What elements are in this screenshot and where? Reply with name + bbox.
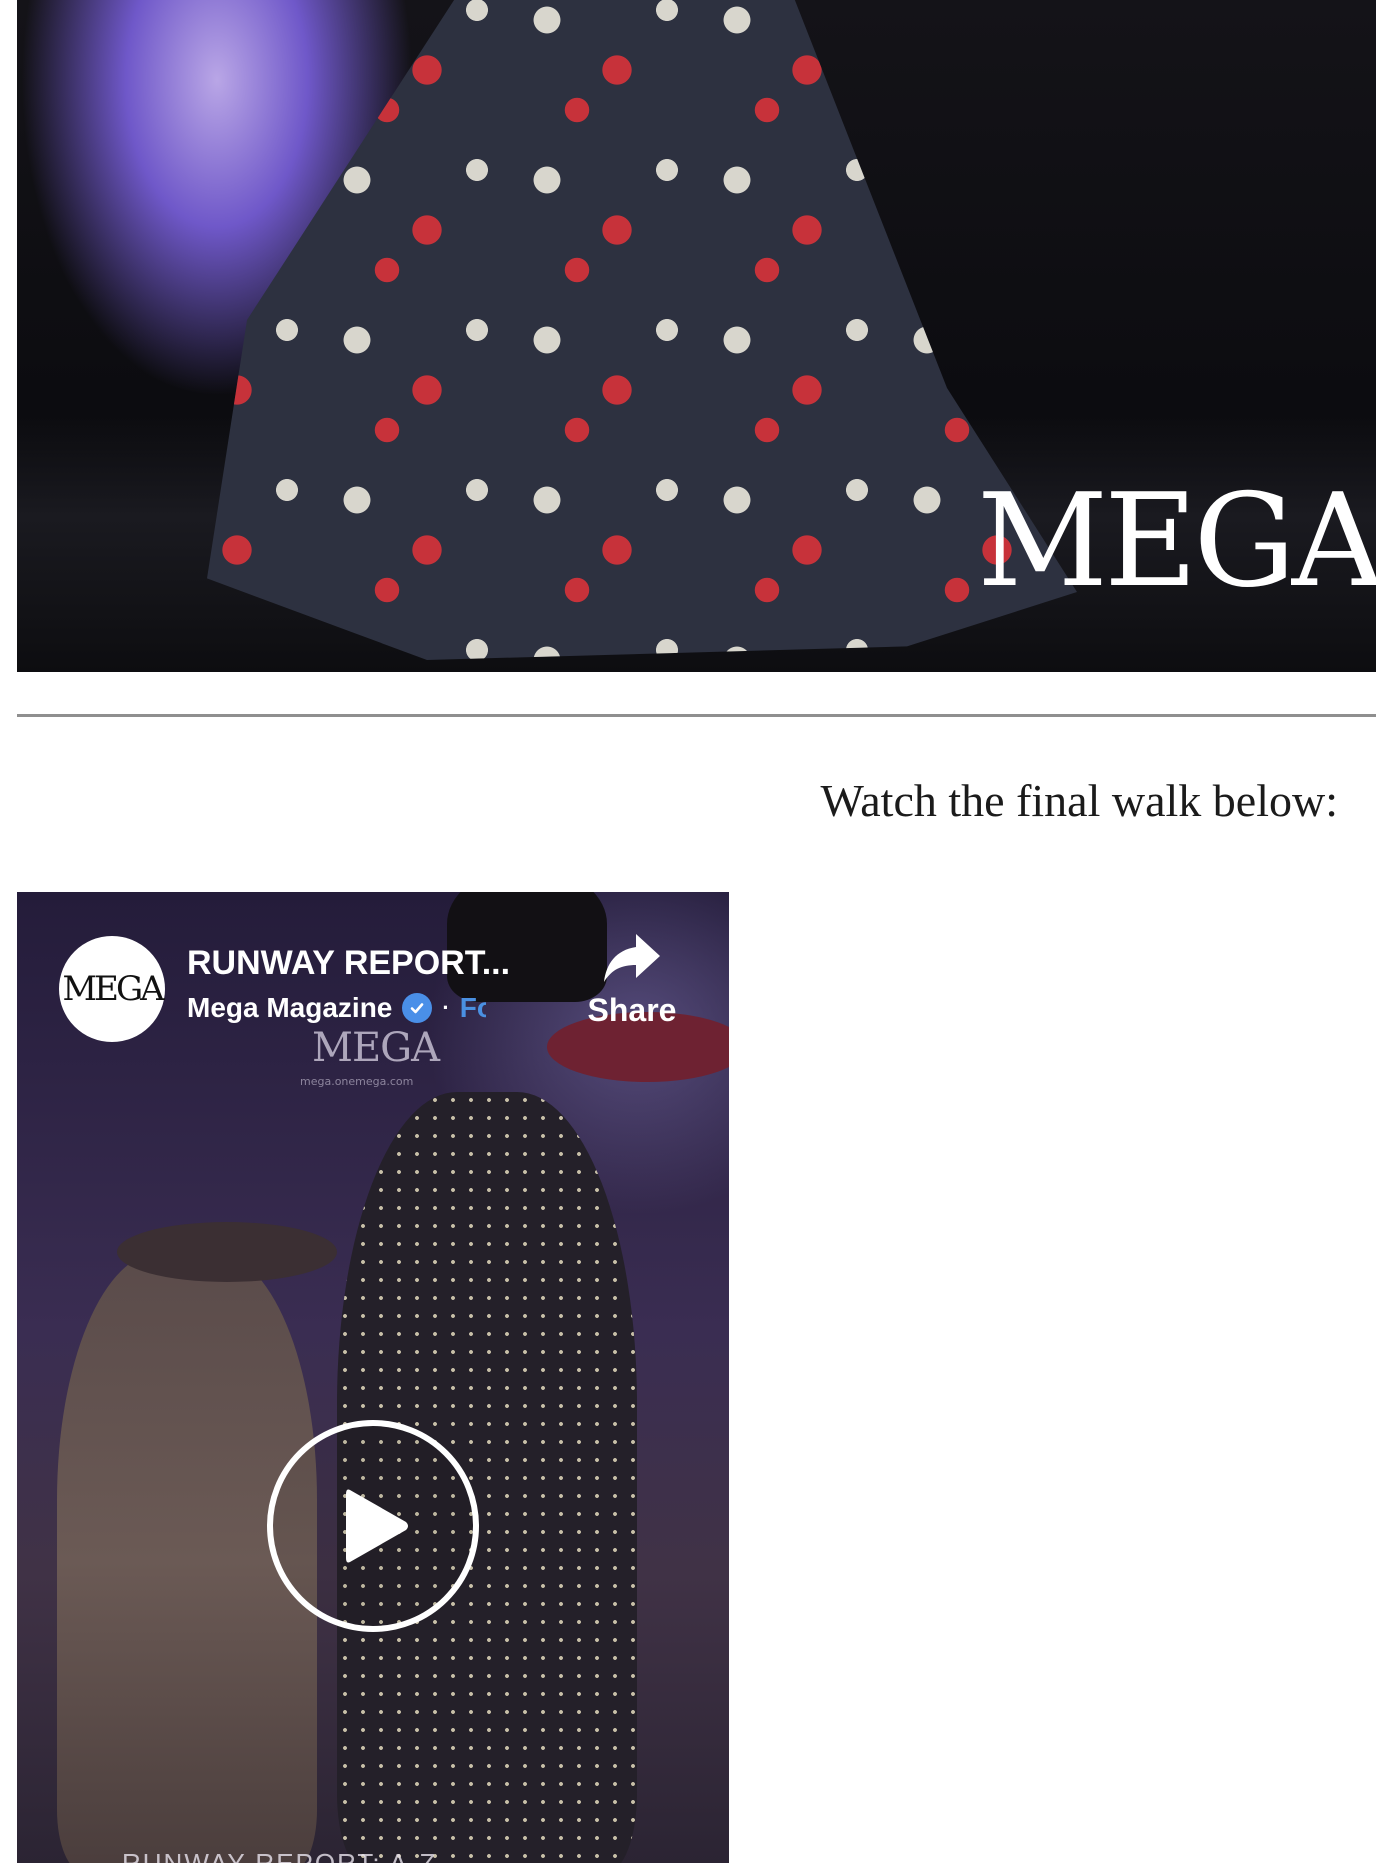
hero-runway-image: MEGA [17, 0, 1376, 672]
section-divider [17, 714, 1376, 717]
hero-mega-watermark: MEGA [977, 467, 1376, 616]
verified-check-icon [402, 993, 433, 1023]
video-frame-watermark: MEGA [312, 1025, 440, 1071]
video-embed[interactable]: MEGA mega.onemega.com MEGA RUNWAY REPORT… [17, 892, 729, 1863]
separator-dot: · [442, 995, 450, 1020]
follow-link[interactable]: Follow [460, 992, 486, 1024]
share-button[interactable]: Share [577, 930, 687, 1029]
channel-name[interactable]: Mega Magazine [187, 992, 392, 1024]
share-arrow-icon [604, 934, 660, 982]
video-title[interactable]: RUNWAY REPORT... [187, 944, 510, 983]
channel-avatar[interactable]: MEGA [59, 936, 165, 1042]
video-bottom-caption: RUNWAY REPORT: A-Z [122, 1848, 438, 1863]
share-label: Share [587, 992, 677, 1028]
channel-row: Mega Magazine · Follow [187, 992, 486, 1024]
video-hat-left [117, 1222, 337, 1282]
play-icon [346, 1489, 408, 1563]
video-frame-watermark-sub: mega.onemega.com [300, 1075, 414, 1088]
video-caption: Watch the final walk below: [820, 775, 1338, 826]
play-button[interactable] [267, 1420, 479, 1632]
